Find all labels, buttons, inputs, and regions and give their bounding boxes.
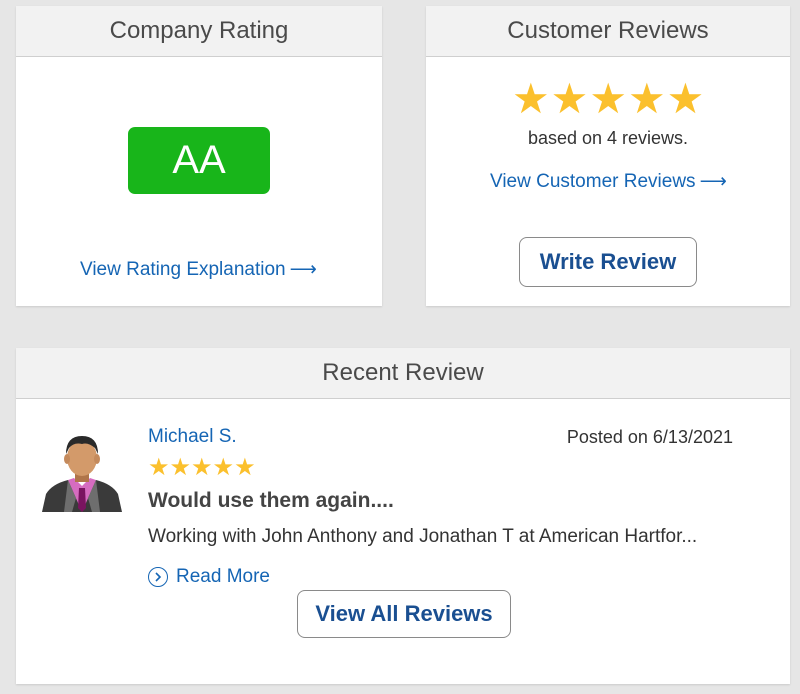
posted-date: Posted on 6/13/2021 [566, 427, 733, 447]
company-rating-title: Company Rating [16, 6, 382, 57]
star-icon: ★ [191, 454, 213, 481]
star-icon: ★ [589, 75, 627, 122]
view-customer-reviews-link[interactable]: View Customer Reviews ⟶ [490, 170, 727, 193]
rating-grade-badge: AA [128, 127, 270, 194]
review-count-text: based on 4 reviews. [527, 128, 689, 148]
view-all-reviews-button[interactable]: View All Reviews [297, 590, 511, 638]
star-icon: ★ [627, 75, 666, 122]
read-more-link[interactable]: Read More [148, 566, 270, 588]
star-icon: ★ [550, 75, 589, 122]
rating-grade: AA [172, 138, 226, 182]
write-review-button[interactable]: Write Review [519, 237, 697, 287]
star-icon: ★ [212, 454, 235, 481]
star-icon: ★ [234, 454, 256, 481]
recent-review-title: Recent Review [16, 348, 790, 399]
view-rating-explanation-link[interactable]: View Rating Explanation ⟶ [80, 258, 317, 281]
star-icon: ★ [666, 75, 705, 122]
review-star-rating: ★ ★ ★ ★ ★ [148, 456, 256, 480]
review-snippet: Working with John Anthony and Jonathan T… [148, 526, 698, 547]
recent-review-card: Recent Review Michael S. Posted on 6/13/… [16, 348, 790, 684]
customer-reviews-card: Customer Reviews ★ ★ ★ ★ ★ based on 4 re… [426, 6, 790, 306]
review-headline: Would use them again.... [148, 489, 394, 512]
person-avatar-icon [38, 428, 126, 512]
star-icon: ★ [148, 454, 170, 481]
company-rating-card: Company Rating AA View Rating Explanatio… [16, 6, 382, 306]
star-icon: ★ [169, 454, 192, 481]
rating-link-label: View Rating Explanation [80, 259, 286, 280]
star-icon: ★ [512, 75, 550, 122]
arrow-right-icon: ⟶ [699, 171, 727, 192]
arrow-right-icon: ⟶ [289, 259, 317, 280]
read-more-label: Read More [176, 566, 270, 587]
overall-star-rating: ★ ★ ★ ★ ★ [512, 78, 704, 120]
reviewer-name-link[interactable]: Michael S. [148, 426, 237, 448]
customer-reviews-title: Customer Reviews [426, 6, 790, 57]
reviews-link-label: View Customer Reviews [490, 171, 696, 192]
chevron-right-circle-icon [148, 567, 168, 587]
